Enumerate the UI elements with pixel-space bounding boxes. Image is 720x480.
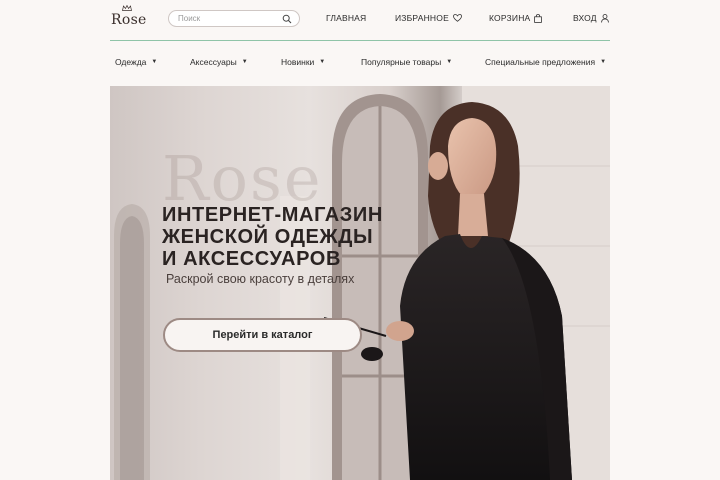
heart-icon bbox=[453, 14, 462, 22]
hero-title: ИНТЕРНЕТ-МАГАЗИН ЖЕНСКОЙ ОДЕЖДЫ И АКСЕСС… bbox=[162, 204, 402, 270]
category-label: Аксессуары bbox=[190, 57, 237, 67]
nav-home-label: ГЛАВНАЯ bbox=[326, 13, 367, 23]
nav-cart[interactable]: КОРЗИНА bbox=[489, 13, 543, 23]
site-header: Rose ГЛАВНАЯ ИЗБРАННОЕ КОРЗИНА ВХОД bbox=[110, 5, 610, 30]
search-icon[interactable] bbox=[282, 14, 292, 24]
search-box bbox=[168, 10, 300, 27]
category-label: Одежда bbox=[115, 57, 147, 67]
category-label: Новинки bbox=[281, 57, 315, 67]
user-icon bbox=[600, 13, 609, 23]
category-accessories[interactable]: Аксессуары ▼ bbox=[190, 57, 248, 67]
caret-down-icon: ▼ bbox=[319, 59, 326, 65]
nav-cart-label: КОРЗИНА bbox=[489, 13, 531, 23]
category-new-arrivals[interactable]: Новинки ▼ bbox=[281, 57, 325, 67]
logo-text: Rose bbox=[111, 12, 147, 28]
category-label: Популярные товары bbox=[361, 57, 442, 67]
hero-banner: Rose ИНТЕРНЕТ-МАГАЗИН ЖЕНСКОЙ ОДЕЖДЫ И А… bbox=[110, 86, 610, 480]
hero-title-line: И АКСЕССУАРОВ bbox=[162, 248, 341, 270]
category-clothing[interactable]: Одежда ▼ bbox=[115, 57, 157, 67]
category-popular[interactable]: Популярные товары ▼ bbox=[361, 57, 452, 67]
hero-title-line: ИНТЕРНЕТ-МАГАЗИН bbox=[162, 204, 383, 226]
caret-down-icon: ▼ bbox=[446, 59, 453, 65]
category-label: Специальные предложения bbox=[485, 57, 596, 67]
nav-home[interactable]: ГЛАВНАЯ bbox=[326, 13, 366, 23]
crown-icon bbox=[122, 5, 132, 11]
hero-title-line: ЖЕНСКОЙ ОДЕЖДЫ bbox=[162, 226, 374, 248]
catalog-button[interactable]: Перейти в каталог bbox=[163, 318, 362, 352]
caret-down-icon: ▼ bbox=[600, 59, 607, 65]
nav-login-label: ВХОД bbox=[573, 13, 597, 23]
hero-subtitle: Раскрой свою красоту в деталях bbox=[166, 272, 355, 286]
search-input[interactable] bbox=[178, 12, 278, 25]
caret-down-icon: ▼ bbox=[241, 59, 248, 65]
caret-down-icon: ▼ bbox=[151, 59, 158, 65]
nav-favorites[interactable]: ИЗБРАННОЕ bbox=[395, 13, 462, 23]
nav-login[interactable]: ВХОД bbox=[573, 13, 609, 23]
bag-icon bbox=[534, 13, 543, 23]
logo[interactable]: Rose bbox=[110, 5, 147, 30]
header-divider bbox=[110, 40, 610, 41]
nav-favorites-label: ИЗБРАННОЕ bbox=[395, 13, 449, 23]
category-special-offers[interactable]: Специальные предложения ▼ bbox=[485, 57, 606, 67]
